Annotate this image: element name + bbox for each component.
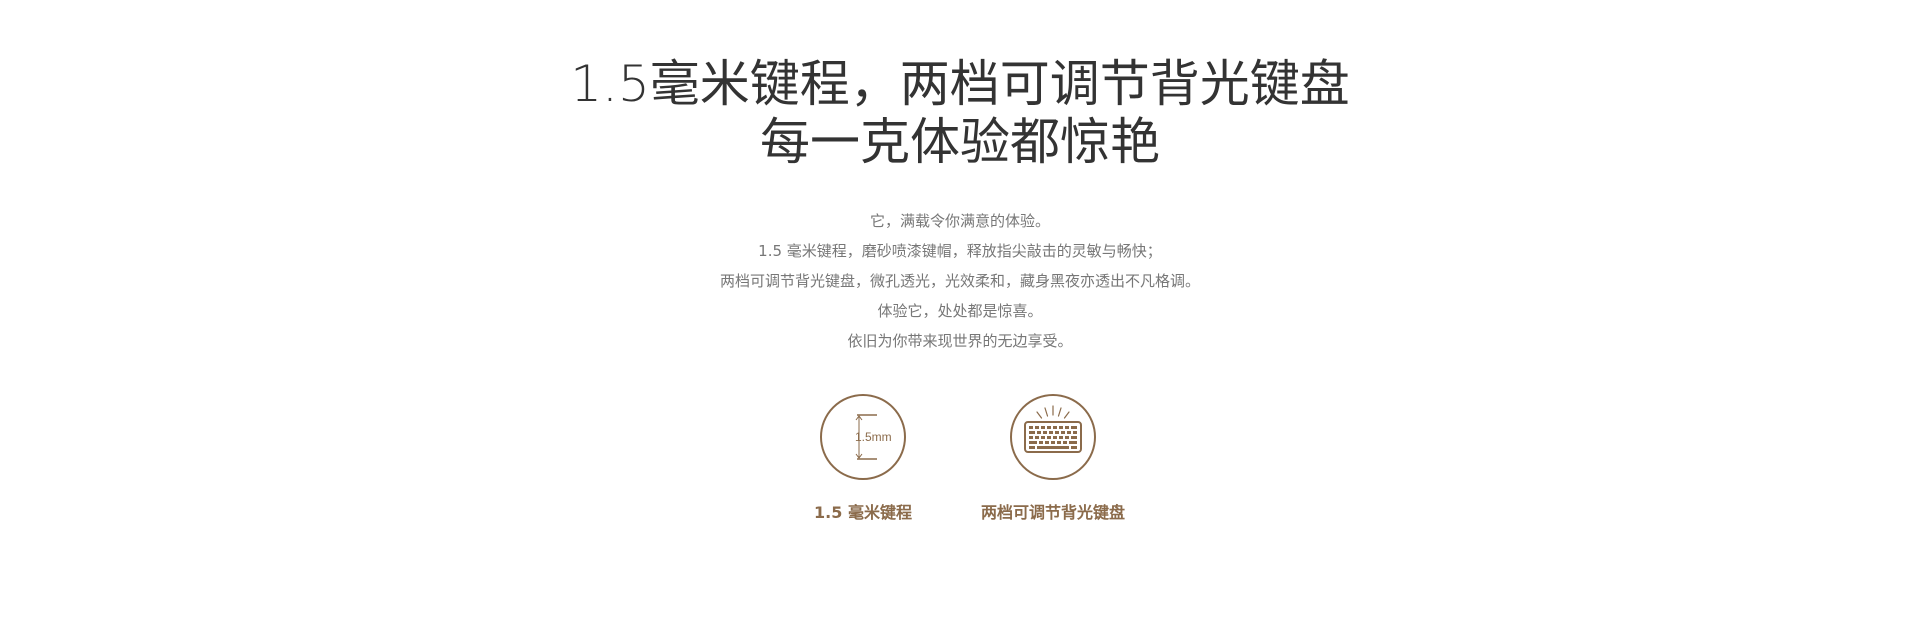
description-line-2: 1.5 毫米键程，磨砂喷漆键帽，释放指尖敲击的灵敏与畅快； xyxy=(758,242,1162,260)
description-line-3: 两档可调节背光键盘，微孔透光，光效柔和，藏身黑夜亦透出不凡格调。 xyxy=(719,272,1200,290)
feature-key-travel: 1.5mm 1.5 毫米键程 xyxy=(773,393,953,523)
feature-label-key-travel: 1.5 毫米键程 xyxy=(814,503,912,522)
feature-backlit-keyboard: 两档可调节背光键盘 xyxy=(963,393,1143,523)
key-travel-icon: 1.5mm xyxy=(820,394,906,480)
backlit-keyboard-icon xyxy=(1010,394,1096,480)
description-line-5: 依旧为你带来现世界的无边享受。 xyxy=(847,332,1073,350)
description-line-1: 它，满载令你满意的体验。 xyxy=(869,212,1050,230)
headline-line-1: 1.5毫米键程，两档可调节背光键盘 xyxy=(570,55,1350,113)
key-travel-icon-text: 1.5mm xyxy=(855,430,892,444)
description-line-4: 体验它，处处都是惊喜。 xyxy=(877,302,1043,320)
feature-label-backlit-keyboard: 两档可调节背光键盘 xyxy=(980,503,1125,522)
headline-line-2: 每一克体验都惊艳 xyxy=(760,113,1160,171)
description: 它，满载令你满意的体验。 1.5 毫米键程，磨砂喷漆键帽，释放指尖敲击的灵敏与畅… xyxy=(0,206,1920,356)
